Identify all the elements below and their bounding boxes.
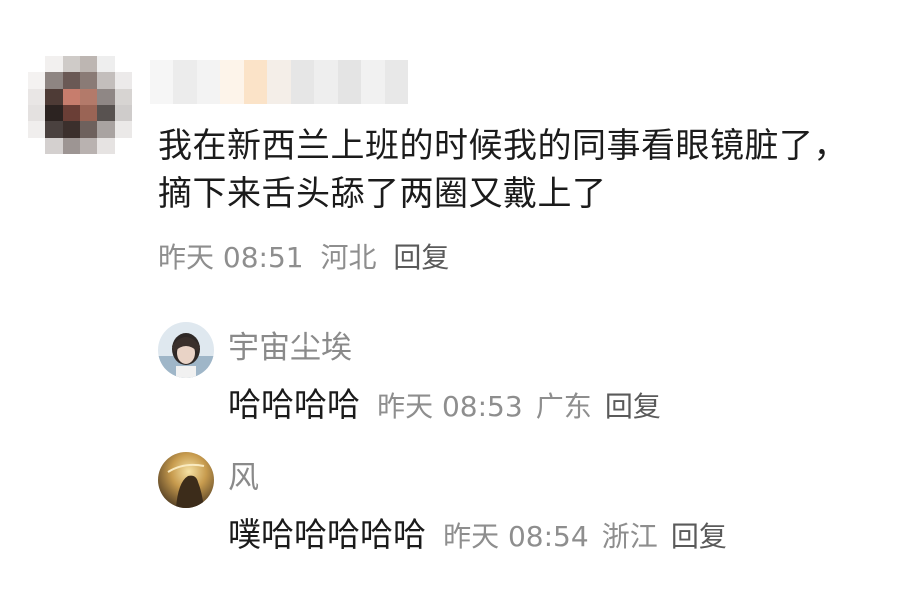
reply-username[interactable]: 风 xyxy=(228,452,259,497)
comment-time: 昨天 08:51 xyxy=(158,241,304,274)
reply-content-row: 哈哈哈哈 昨天 08:53 广东 回复 xyxy=(228,378,661,426)
reply-text: 噗哈哈哈哈哈 xyxy=(228,515,426,554)
reply-location: 广东 xyxy=(535,390,592,423)
comment-meta: 昨天 08:51 河北 回复 xyxy=(158,236,457,276)
reply-content-row: 噗哈哈哈哈哈 昨天 08:54 浙江 回复 xyxy=(228,508,727,556)
comment-text: 我在新西兰上班的时候我的同事看眼镜脏了，摘下来舌头舔了两圈又戴上了 xyxy=(158,126,848,214)
reply-button[interactable]: 回复 xyxy=(671,520,727,553)
reply-username[interactable]: 宇宙尘埃 xyxy=(228,322,352,367)
reply-button[interactable]: 回复 xyxy=(605,390,661,423)
reply-button[interactable]: 回复 xyxy=(393,241,449,274)
comment-thread: 我在新西兰上班的时候我的同事看眼镜脏了，摘下来舌头舔了两圈又戴上了 昨天 08:… xyxy=(0,0,900,611)
reply-location: 浙江 xyxy=(601,520,658,553)
comment-location: 河北 xyxy=(320,241,377,274)
reply-text: 哈哈哈哈 xyxy=(228,385,360,424)
username-redacted[interactable] xyxy=(150,60,408,104)
avatar-image xyxy=(158,322,214,378)
reply-time: 昨天 08:53 xyxy=(377,390,523,423)
avatar-image xyxy=(158,452,214,508)
avatar[interactable] xyxy=(28,56,132,154)
reply-time: 昨天 08:54 xyxy=(443,520,589,553)
avatar[interactable] xyxy=(158,452,214,508)
avatar[interactable] xyxy=(158,322,214,378)
